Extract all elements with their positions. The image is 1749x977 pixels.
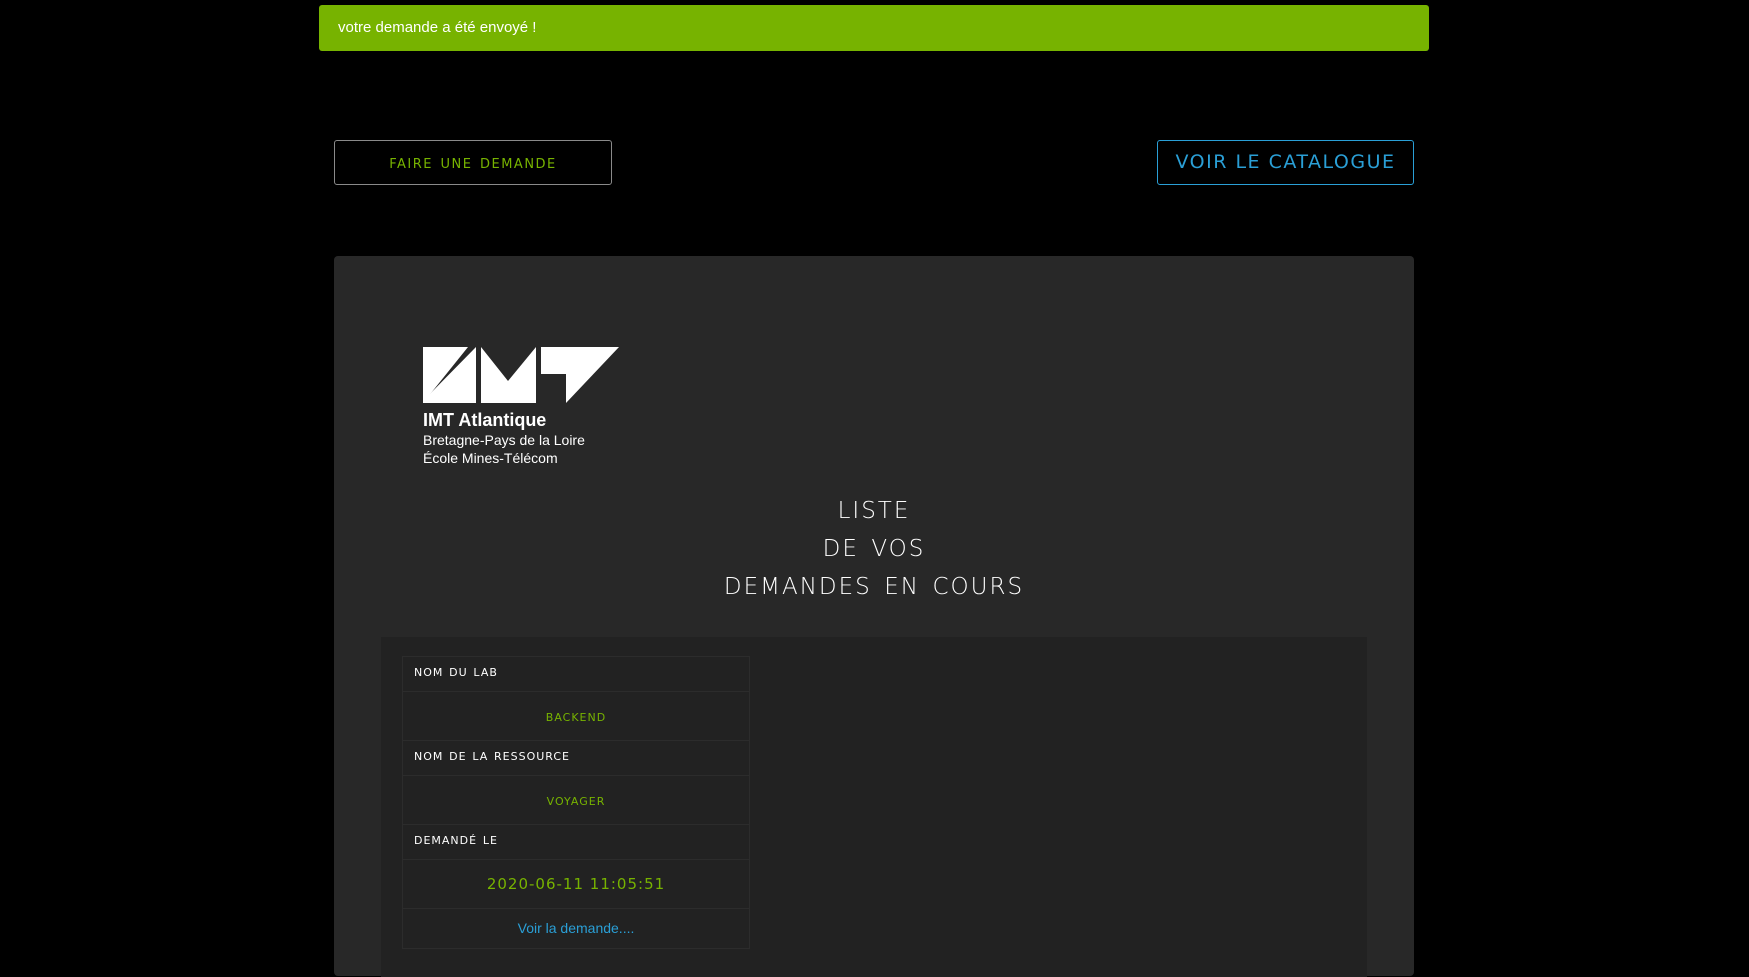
alert-message: votre demande a été envoyé !	[338, 19, 537, 36]
lab-name-value: Backend	[403, 692, 749, 741]
request-date-value: 2020-06-11 11:05:51	[403, 860, 749, 909]
request-card: Nom du Lab Backend Nom de la ressource v…	[402, 656, 750, 949]
logo-subtitle-line2: École Mines-Télécom	[423, 450, 558, 466]
page-title: Liste de vos Demandes en cours	[334, 488, 1414, 602]
view-catalog-button[interactable]: VOIR LE CATALOGUE	[1157, 140, 1414, 185]
page-title-line2: de vos	[822, 525, 926, 564]
page-title-line1: Liste	[837, 487, 911, 526]
success-alert: votre demande a été envoyé !	[319, 5, 1429, 51]
view-request-link[interactable]: Voir la demande....	[403, 909, 749, 948]
logo-name: IMT Atlantique	[423, 410, 547, 430]
make-request-button[interactable]: Faire une Demande	[334, 140, 612, 185]
logo-subtitle-line1: Bretagne-Pays de la Loire	[423, 432, 585, 448]
resource-name-label: Nom de la ressource	[403, 741, 749, 776]
page-title-line3: Demandes en cours	[723, 563, 1025, 602]
imt-logo-mark-icon	[423, 347, 619, 403]
resource-name-value: voyager	[403, 776, 749, 825]
request-date-label: Demandé le	[403, 825, 749, 860]
lab-name-label: Nom du Lab	[403, 657, 749, 692]
imt-atlantique-logo: IMT Atlantique Bretagne-Pays de la Loire…	[423, 347, 623, 467]
